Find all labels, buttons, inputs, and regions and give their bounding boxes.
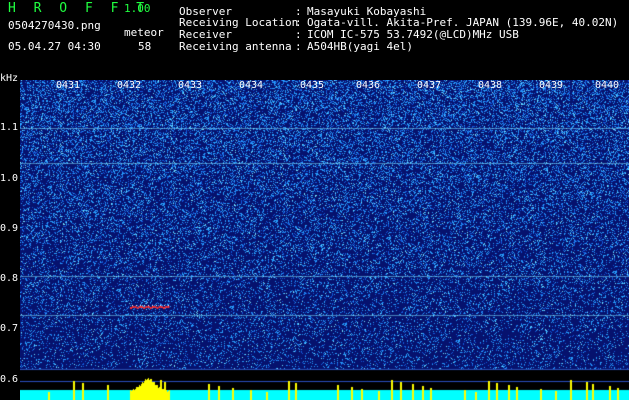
app-version: 1.00 <box>124 2 151 15</box>
y-tick-label: 1.0 <box>0 173 19 184</box>
y-tick-label: 1.1 <box>0 122 19 133</box>
time-tick-label: 0435 <box>300 80 325 91</box>
time-tick-label: 0432 <box>117 80 142 91</box>
info-value: A504HB(yagi 4el) <box>307 40 413 53</box>
y-tick-label: 0.9 <box>0 223 19 234</box>
meteor-count: 58 <box>138 40 152 53</box>
time-tick-label: 0433 <box>178 80 203 91</box>
time-tick-label: 0440 <box>595 80 620 91</box>
time-tick-label: 0434 <box>239 80 264 91</box>
time-tick-label: 0436 <box>356 80 381 91</box>
y-tick-label: 0.8 <box>0 273 19 284</box>
axis-unit-label: kHz <box>0 73 19 84</box>
y-tick-label: 0.7 <box>0 323 19 334</box>
meteor-label: meteor <box>124 26 164 39</box>
time-tick-label: 0437 <box>417 80 442 91</box>
time-tick-label: 0439 <box>539 80 564 91</box>
time-tick-label: 0431 <box>56 80 81 91</box>
spectrogram-plot <box>20 80 629 400</box>
info-antenna: Receiving antenna: A504HB(yagi 4el) <box>179 40 413 53</box>
time-tick-label: 0438 <box>478 80 503 91</box>
record-datetime: 05.04.27 04:30 <box>8 40 101 53</box>
y-tick-label: 0.6 <box>0 374 19 385</box>
info-label: Receiving antenna <box>179 40 292 53</box>
file-name: 0504270430.png <box>8 19 101 32</box>
